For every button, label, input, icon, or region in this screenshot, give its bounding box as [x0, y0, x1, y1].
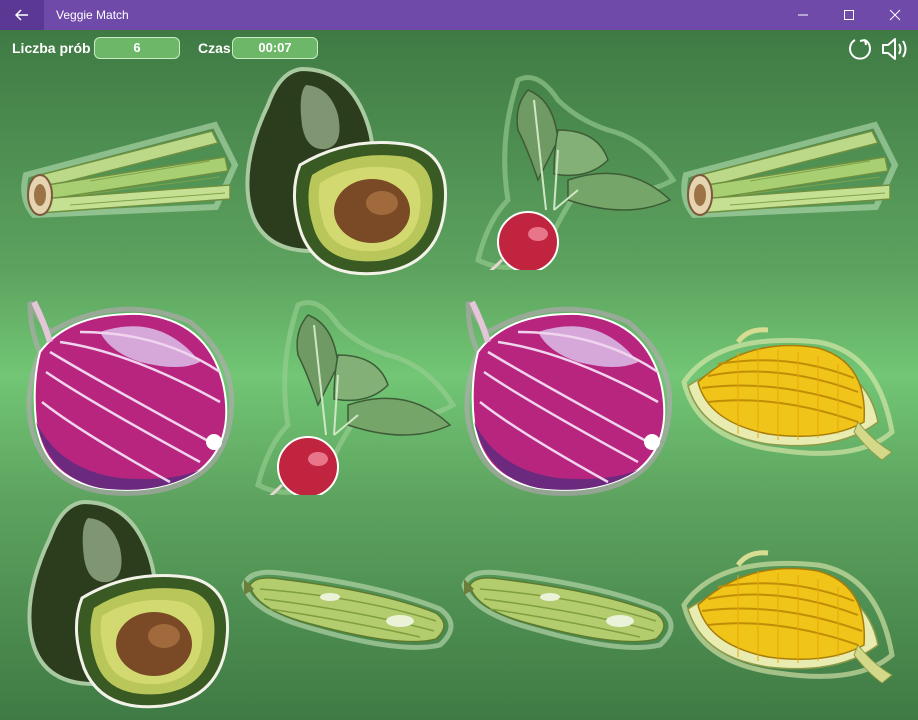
minimize-button[interactable] — [780, 0, 826, 30]
game-board-area: Liczba prób 6 Czas 00:07 — [0, 30, 918, 720]
back-button[interactable] — [0, 0, 44, 30]
red-onion-icon — [464, 300, 673, 496]
zucchini-icon — [461, 569, 674, 650]
title-bar: Veggie Match — [0, 0, 918, 30]
time-label: Czas — [198, 40, 231, 56]
card-corn[interactable] — [678, 322, 898, 462]
card-celery[interactable] — [20, 115, 240, 225]
celery-icon — [681, 121, 899, 219]
avocado-icon — [245, 66, 448, 276]
card-zucchini[interactable] — [240, 565, 460, 655]
card-red-onion[interactable] — [20, 292, 240, 497]
restart-icon — [849, 39, 871, 60]
minimize-icon — [798, 14, 808, 16]
sound-button[interactable] — [880, 35, 912, 68]
back-arrow-icon — [15, 9, 28, 21]
avocado-icon — [27, 499, 230, 709]
radish-icon — [475, 75, 677, 270]
tries-counter: 6 — [94, 37, 180, 59]
celery-icon — [21, 121, 239, 219]
card-radish[interactable] — [458, 70, 680, 270]
card-corn[interactable] — [678, 545, 898, 685]
restart-button[interactable] — [846, 35, 874, 68]
card-avocado[interactable] — [22, 498, 237, 713]
app-title: Veggie Match — [56, 8, 129, 22]
red-onion-icon — [26, 300, 235, 496]
speaker-icon — [882, 38, 907, 60]
close-icon — [889, 9, 901, 21]
time-counter: 00:07 — [232, 37, 318, 59]
tries-label: Liczba prób — [12, 40, 91, 56]
card-avocado[interactable] — [240, 65, 455, 280]
card-red-onion[interactable] — [458, 292, 678, 497]
maximize-icon — [844, 10, 854, 20]
radish-icon — [255, 300, 457, 495]
zucchini-icon — [241, 569, 454, 650]
close-button[interactable] — [872, 0, 918, 30]
card-zucchini[interactable] — [460, 565, 680, 655]
maximize-button[interactable] — [826, 0, 872, 30]
card-celery[interactable] — [680, 115, 900, 225]
card-radish[interactable] — [238, 295, 460, 495]
corn-icon — [681, 550, 895, 684]
corn-icon — [681, 327, 895, 461]
